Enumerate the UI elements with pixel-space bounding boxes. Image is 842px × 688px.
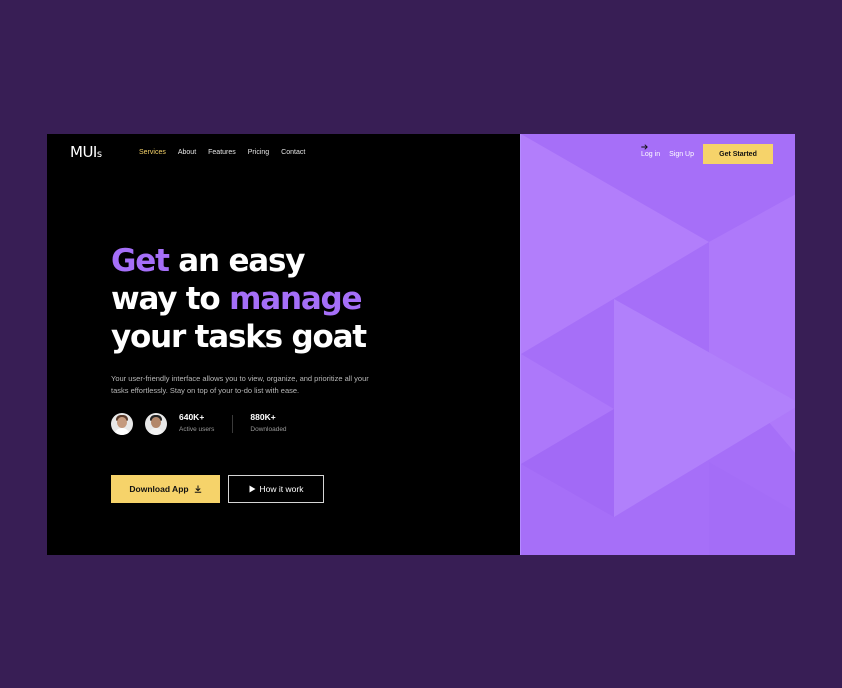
how-it-works-button[interactable]: How it work: [228, 475, 324, 503]
download-icon: [194, 485, 201, 493]
hero-line2-start: way to: [111, 281, 221, 317]
stat-value: 640K+: [179, 412, 205, 422]
hero-panel: MUIs Services About Features Pricing Con…: [47, 134, 520, 555]
decorative-panel: Log in Sign Up Get Started: [520, 134, 795, 555]
arrow-right-icon: [641, 144, 648, 150]
signup-link[interactable]: Sign Up: [669, 151, 694, 158]
main-nav: Services About Features Pricing Contact: [139, 149, 317, 156]
auth-links: Log in Sign Up Get Started: [641, 144, 773, 164]
nav-item-contact[interactable]: Contact: [281, 149, 305, 156]
stat-label: Downloaded: [250, 426, 287, 433]
stat-label: Active users: [179, 426, 215, 433]
nav-item-services[interactable]: Services: [139, 149, 166, 156]
get-started-button[interactable]: Get Started: [641, 144, 773, 164]
hero-description: Your user-friendly interface allows you …: [111, 374, 369, 395]
avatar: [111, 412, 133, 435]
stats-divider: [232, 414, 234, 433]
hero-line1-rest: an easy: [178, 243, 305, 279]
play-icon: [249, 485, 256, 493]
download-app-button[interactable]: Download App: [111, 475, 220, 503]
login-link[interactable]: Log in: [641, 151, 660, 158]
nav-item-pricing[interactable]: Pricing: [248, 149, 269, 156]
hero-highlight-manage: manage: [229, 281, 362, 317]
nav-item-features[interactable]: Features: [208, 149, 236, 156]
get-started-label: Get Started: [719, 150, 757, 158]
hero-title: Get an easy way to manage your tasks goa…: [111, 242, 411, 356]
stat-value: 880K+: [250, 412, 276, 422]
logo-text: MUIs: [70, 143, 102, 161]
logo[interactable]: MUIs: [69, 143, 102, 164]
stat-active-users: 640K+ Active users: [179, 412, 214, 435]
hero-highlight-get: Get: [111, 243, 170, 279]
landing-page-frame: MUIs Services About Features Pricing Con…: [47, 134, 795, 555]
download-app-label: Download App: [129, 484, 189, 494]
how-it-works-label: How it work: [259, 484, 304, 494]
stat-downloads: 880K+ Downloaded: [250, 412, 286, 435]
triangle-pattern: [521, 134, 795, 555]
avatar: [145, 412, 167, 435]
hero-line3: your tasks goat: [111, 319, 367, 355]
stats-row: 640K+ Active users 880K+ Downloaded: [111, 412, 287, 435]
nav-item-about[interactable]: About: [178, 149, 196, 156]
